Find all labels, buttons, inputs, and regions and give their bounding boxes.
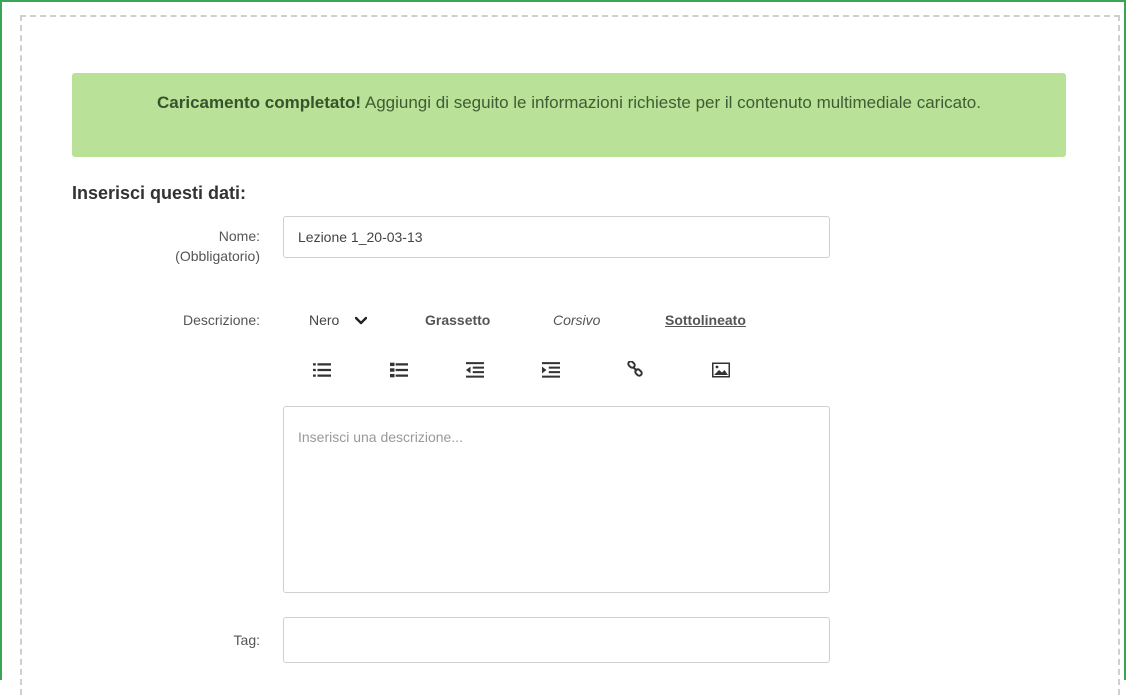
alert-text: Aggiungi di seguito le informazioni rich… xyxy=(361,93,981,112)
nome-required-label: (Obbligatorio) xyxy=(175,248,260,264)
color-select[interactable]: Nero xyxy=(309,312,368,328)
section-title: Inserisci questi dati: xyxy=(72,183,247,203)
nome-label-group: Nome: (Obbligatorio) xyxy=(175,226,260,266)
nome-input[interactable]: Lezione 1_20-03-13 xyxy=(283,216,830,258)
tag-label: Tag: xyxy=(233,632,260,648)
alert-strong-text: Caricamento completato! xyxy=(157,93,362,112)
chevron-down-icon xyxy=(355,317,368,325)
indent-icon[interactable] xyxy=(542,362,560,378)
nome-label: Nome: xyxy=(218,228,260,244)
upload-success-alert: Caricamento completato! Aggiungi di segu… xyxy=(72,73,1066,157)
link-icon[interactable] xyxy=(626,361,644,377)
bold-button[interactable]: Grassetto xyxy=(425,312,490,328)
italic-button[interactable]: Corsivo xyxy=(553,312,600,328)
image-icon[interactable] xyxy=(712,362,730,378)
bulleted-list-icon[interactable] xyxy=(313,362,331,378)
tag-input[interactable] xyxy=(283,617,830,663)
descrizione-textarea[interactable]: Inserisci una descrizione... xyxy=(283,406,830,593)
descrizione-label: Descrizione: xyxy=(182,312,260,328)
color-select-value: Nero xyxy=(309,312,340,328)
numbered-list-icon[interactable] xyxy=(390,362,408,378)
underline-button[interactable]: Sottolineato xyxy=(665,312,746,328)
outdent-icon[interactable] xyxy=(466,362,484,378)
